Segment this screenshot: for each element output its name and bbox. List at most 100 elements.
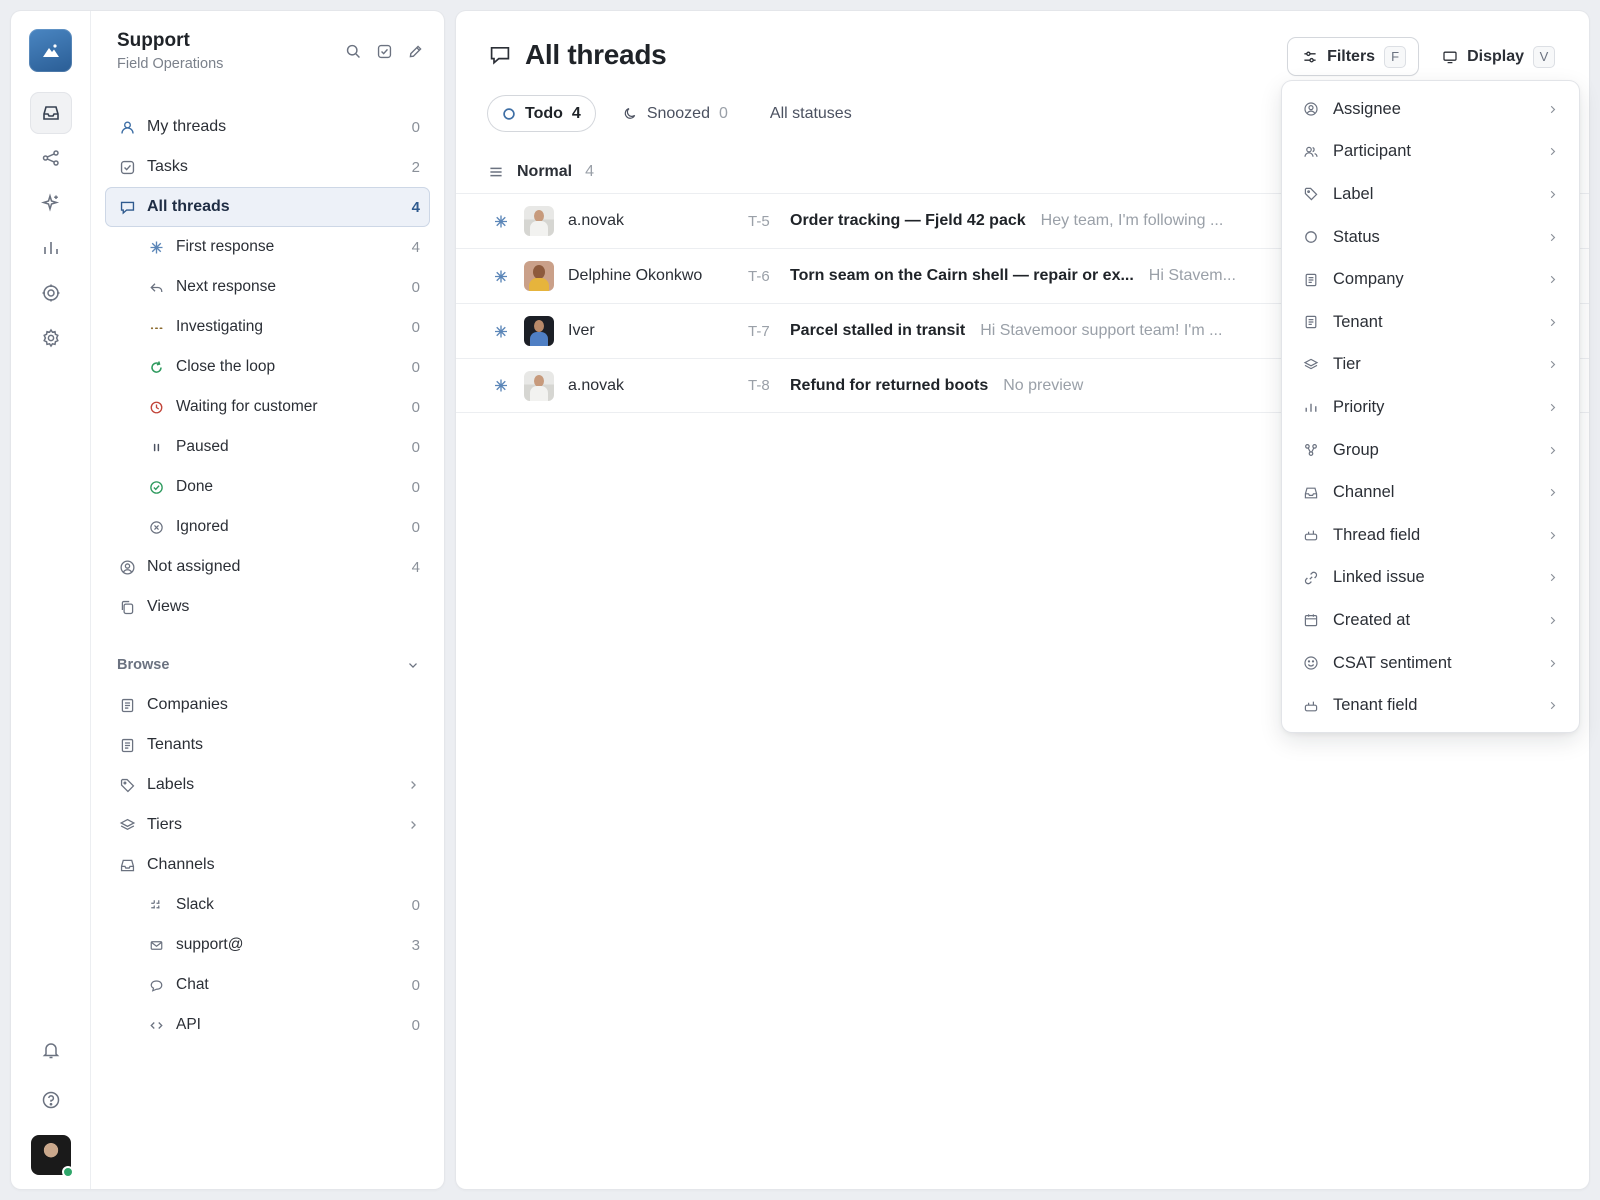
- inbox-icon: [120, 859, 134, 871]
- filter-option-linked-issue[interactable]: Linked issue: [1282, 557, 1579, 600]
- sidebar-item-count: 0: [411, 976, 420, 994]
- compose-button[interactable]: [407, 43, 424, 60]
- notifications-button[interactable]: [30, 1029, 72, 1071]
- tab-label: Snoozed: [646, 104, 710, 122]
- sidebar-item-tiers[interactable]: Tiers: [105, 805, 430, 845]
- sidebar-item-labels[interactable]: Labels: [105, 765, 430, 805]
- chevron-right-icon: [1550, 148, 1556, 156]
- filter-option-participant[interactable]: Participant: [1282, 131, 1579, 174]
- group-count: 4: [585, 163, 595, 180]
- browse-section-toggle[interactable]: Browse: [105, 649, 430, 681]
- inbox-icon: [1304, 487, 1318, 499]
- sidebar-item-my-threads[interactable]: My threads 0: [105, 107, 430, 147]
- sidebar-channel-slack[interactable]: Slack 0: [105, 885, 430, 925]
- filter-option-group[interactable]: Group: [1282, 429, 1579, 472]
- sidebar-item-label: Waiting for customer: [176, 398, 318, 415]
- sidebar-status-first-response[interactable]: First response 4: [105, 227, 430, 267]
- filter-option-tenant[interactable]: Tenant: [1282, 301, 1579, 344]
- chevron-right-icon: [1550, 446, 1556, 454]
- filters-shortcut: F: [1384, 45, 1407, 68]
- sidebar-item-label: First response: [176, 238, 275, 255]
- ai-nav-button[interactable]: [30, 182, 72, 224]
- sidebar-item-count: 4: [411, 558, 420, 576]
- filter-option-status[interactable]: Status: [1282, 216, 1579, 259]
- sidebar-item-all-threads[interactable]: All threads 4: [105, 187, 430, 227]
- sidebar-item-count: 0: [411, 278, 420, 296]
- check-circle-icon: [149, 480, 163, 494]
- sidebar-status-done[interactable]: Done 0: [105, 467, 430, 507]
- sidebar-item-count: 0: [411, 398, 420, 416]
- filters-button[interactable]: Filters F: [1288, 38, 1419, 75]
- monitor-icon: [1443, 51, 1457, 63]
- filter-option-label-filter[interactable]: Label: [1282, 173, 1579, 216]
- display-button[interactable]: Display V: [1428, 38, 1567, 75]
- sidebar-item-companies[interactable]: Companies: [105, 685, 430, 725]
- priority-group-header[interactable]: Normal 4: [488, 157, 594, 187]
- sidebar-item-count: 0: [411, 1016, 420, 1034]
- mountain-icon: [42, 43, 59, 57]
- tab-label: Todo: [525, 104, 563, 122]
- inbox-nav-button[interactable]: [29, 92, 72, 134]
- search-icon: [346, 44, 360, 58]
- settings-nav-button[interactable]: [30, 317, 72, 359]
- thread-preview: Hi Stavemoor support team! I'm ...: [980, 322, 1223, 339]
- sidebar-channel-chat[interactable]: Chat 0: [105, 965, 430, 1005]
- group-label: Normal: [517, 163, 573, 180]
- sidebar-item-channels[interactable]: Channels: [105, 845, 430, 885]
- sidebar-status-paused[interactable]: Paused 0: [105, 427, 430, 467]
- field-icon: [1304, 701, 1318, 712]
- sidebar-status-close-the-loop[interactable]: Close the loop 0: [105, 347, 430, 387]
- bars-icon: [1305, 404, 1317, 413]
- sidebar-status-investigating[interactable]: Investigating 0: [105, 307, 430, 347]
- help-button[interactable]: [30, 1079, 72, 1121]
- filter-option-tenant-field[interactable]: Tenant field: [1282, 684, 1579, 727]
- filter-option-tier[interactable]: Tier: [1282, 344, 1579, 387]
- share-nodes-icon: [42, 150, 59, 166]
- sidebar-status-waiting-for-customer[interactable]: Waiting for customer 0: [105, 387, 430, 427]
- sidebar-status-next-response[interactable]: Next response 0: [105, 267, 430, 307]
- user-avatar[interactable]: [31, 1135, 74, 1178]
- sidebar-item-label: Slack: [176, 896, 214, 913]
- tab-all-statuses[interactable]: All statuses: [756, 96, 866, 131]
- filter-option-priority[interactable]: Priority: [1282, 386, 1579, 429]
- sidebar-status-ignored[interactable]: Ignored 0: [105, 507, 430, 547]
- sidebar-item-label: Not assigned: [147, 558, 241, 575]
- filter-option-channel[interactable]: Channel: [1282, 471, 1579, 514]
- sidebar-channel-email[interactable]: support@ 3: [105, 925, 430, 965]
- filter-option-assignee[interactable]: Assignee: [1282, 88, 1579, 131]
- tasks-button[interactable]: [376, 43, 393, 60]
- user-circle-icon: [119, 559, 135, 575]
- bell-icon: [42, 1043, 60, 1059]
- sidebar-item-tenants[interactable]: Tenants: [105, 725, 430, 765]
- filter-option-thread-field[interactable]: Thread field: [1282, 514, 1579, 557]
- sidebar-item-count: 4: [411, 198, 420, 216]
- chevron-right-icon: [411, 821, 416, 829]
- filter-option-csat-sentiment[interactable]: CSAT sentiment: [1282, 642, 1579, 685]
- sidebar-item-views[interactable]: Views: [105, 587, 430, 627]
- app-logo[interactable]: [29, 29, 72, 72]
- chevron-right-icon: [1550, 488, 1556, 497]
- thread-id: T-5: [748, 212, 770, 230]
- filter-option-label: Group: [1333, 440, 1379, 459]
- chevron-right-icon: [1550, 318, 1556, 326]
- page-title: All threads: [525, 39, 667, 70]
- group-icon: [1305, 444, 1317, 457]
- tab-snoozed[interactable]: Snoozed 0: [609, 96, 742, 131]
- filter-option-company[interactable]: Company: [1282, 258, 1579, 301]
- sidebar-item-count: 0: [411, 438, 420, 456]
- workflows-nav-button[interactable]: [30, 137, 72, 179]
- support-nav-button[interactable]: [30, 272, 72, 314]
- first-response-status-icon: [495, 215, 507, 227]
- chevron-right-icon: [1550, 403, 1556, 412]
- sidebar-channel-api[interactable]: API 0: [105, 1005, 430, 1045]
- filter-option-created-at[interactable]: Created at: [1282, 599, 1579, 642]
- field-icon: [1304, 530, 1318, 541]
- analytics-nav-button[interactable]: [30, 227, 72, 269]
- search-button[interactable]: [345, 43, 362, 60]
- sidebar-item-label: Next response: [176, 278, 276, 295]
- user-icon: [120, 120, 134, 134]
- sidebar-item-tasks[interactable]: Tasks 2: [105, 147, 430, 187]
- tab-todo[interactable]: Todo 4: [488, 96, 595, 131]
- checkbox-icon: [120, 160, 134, 174]
- sidebar-item-not-assigned[interactable]: Not assigned 4: [105, 547, 430, 587]
